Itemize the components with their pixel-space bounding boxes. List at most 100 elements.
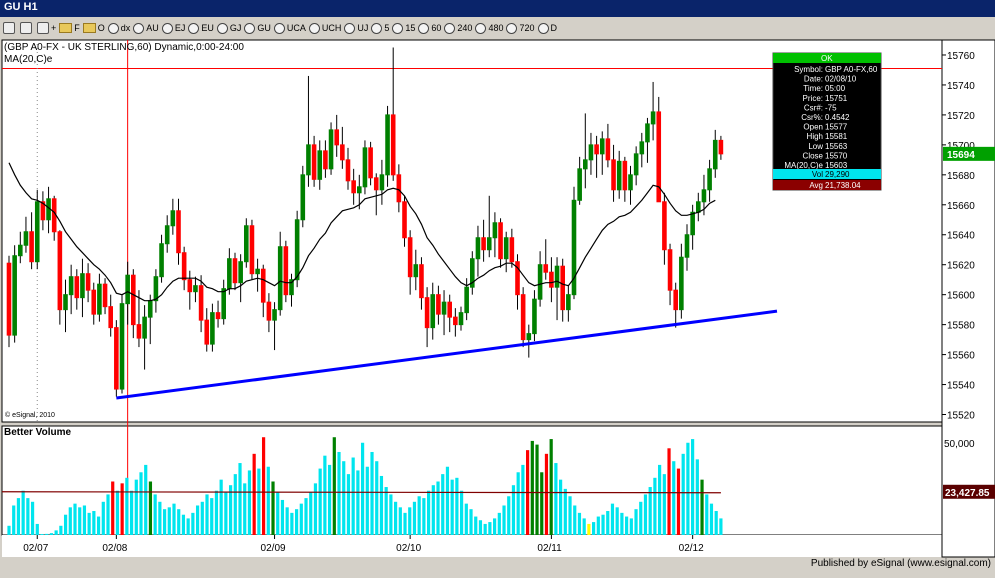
window-title: GU H1 [4,1,38,13]
volume-bar [601,514,605,535]
toolbar-button-au[interactable]: AU [133,19,159,37]
data-window-label: Csr%: [801,113,823,122]
candle-body [690,211,695,236]
candle-body [260,268,266,303]
volume-bar [573,505,577,535]
footer: Published by eSignal (www.esignal.com) [0,556,995,573]
toolbar-button-uj[interactable]: UJ [344,19,368,37]
volume-bar [167,507,171,535]
toolbar-button-f[interactable]: F [59,19,80,37]
toolbar-button-print[interactable] [3,19,17,37]
candle-body [181,252,187,281]
folder-icon [59,23,73,33]
candle-body [351,180,356,194]
volume-bar [672,461,676,535]
toolbar-button-gj[interactable]: GJ [216,19,242,37]
candle-body [68,276,74,296]
data-window-label: High [807,132,823,141]
volume-bar [276,492,280,535]
toolbar-button-d[interactable]: D [537,19,558,37]
chart-area[interactable]: 15520 15540 15560 15580 15600 15620 15640 15660… [0,39,995,573]
data-window-avg-value: 21,738.04 [825,181,861,190]
volume-bar [577,512,582,535]
toolbar-button-uch[interactable]: UCH [308,19,342,37]
toolbar-button-plus[interactable]: + [37,19,56,37]
volume-bar [686,442,690,535]
circle-icon [418,22,430,34]
toolbar-button-grid[interactable] [20,19,34,37]
y-tick-label: 15540 [947,381,975,392]
volume-bar [162,509,167,535]
toolbar-button-o[interactable]: O [82,19,105,37]
candle-body [277,246,283,311]
volume-bar [582,518,586,535]
toolbar-button-5[interactable]: 5 [371,19,389,37]
circle-icon [107,22,119,34]
volume-bar [445,466,450,535]
toolbar-button-dx[interactable]: dx [107,19,130,37]
chart-svg[interactable]: 15520 15540 15560 15580 15600 15620 15640 15660… [0,39,995,573]
watermark: © eSignal, 2010 [5,411,55,419]
toolbar-label: GJ [229,23,242,33]
volume-bar [252,453,256,535]
candle-body [334,129,339,146]
volume-bar [643,494,648,535]
volume-bar [309,492,313,535]
volume-bar [7,525,11,535]
volume-bar [625,516,629,535]
toolbar-button-60[interactable]: 60 [418,19,441,37]
candle-body [159,243,164,278]
volume-bar [54,530,58,535]
circle-icon [475,22,487,34]
toolbar-label: UCH [321,23,342,33]
y-tick-label: 15600 [947,291,975,302]
x-tick-label: 02/10 [396,543,421,554]
volume-bar [243,483,247,535]
volume-bar [568,496,572,535]
data-window-avg-label: Avg [809,181,823,190]
toolbar-label: D [550,23,558,33]
candle-body [306,144,311,176]
candle-body [23,231,29,246]
toolbar-button-eu[interactable]: EU [188,19,214,37]
candle-body [526,333,532,341]
y-tick-label: 15720 [947,111,975,122]
toolbar-button-480[interactable]: 480 [475,19,503,37]
candle-body [272,309,277,321]
toolbar-button-uca[interactable]: UCA [273,19,306,37]
volume-bar [181,514,186,535]
circle-icon [273,22,285,34]
candle-body [560,265,566,311]
candle-body [131,274,136,326]
candle-body [215,312,221,320]
toolbar-button-15[interactable]: 15 [392,19,415,37]
volume-bar [73,503,77,535]
volume-bar [662,474,666,535]
candle-body [611,159,616,191]
candle-body [650,111,656,125]
candle-body [639,141,645,155]
volume-bar [271,481,275,535]
candle-body [566,294,571,311]
volume-bar [87,512,91,535]
volume-bar [139,472,143,535]
toolbar-button-720[interactable]: 720 [506,19,535,37]
candle-body [153,276,159,302]
window-title-bar: GU H1 [0,0,995,17]
volume-bar [658,464,662,535]
candle-body [424,297,430,329]
circle-icon [161,22,173,34]
volume-bar [247,470,252,535]
candle-body [537,264,543,300]
toolbar-label: 240 [457,23,473,33]
data-window-value: 15751 [825,94,848,103]
candle-body [164,225,170,245]
y-tick-label: 15580 [947,321,975,332]
volume-bar [540,472,544,535]
circle-icon [392,22,404,34]
volume-bar [464,503,468,535]
toolbar-button-gu[interactable]: GU [244,19,271,37]
toolbar-label: F [74,23,80,33]
toolbar-button-ej[interactable]: EJ [161,19,185,37]
toolbar-button-240[interactable]: 240 [444,19,472,37]
